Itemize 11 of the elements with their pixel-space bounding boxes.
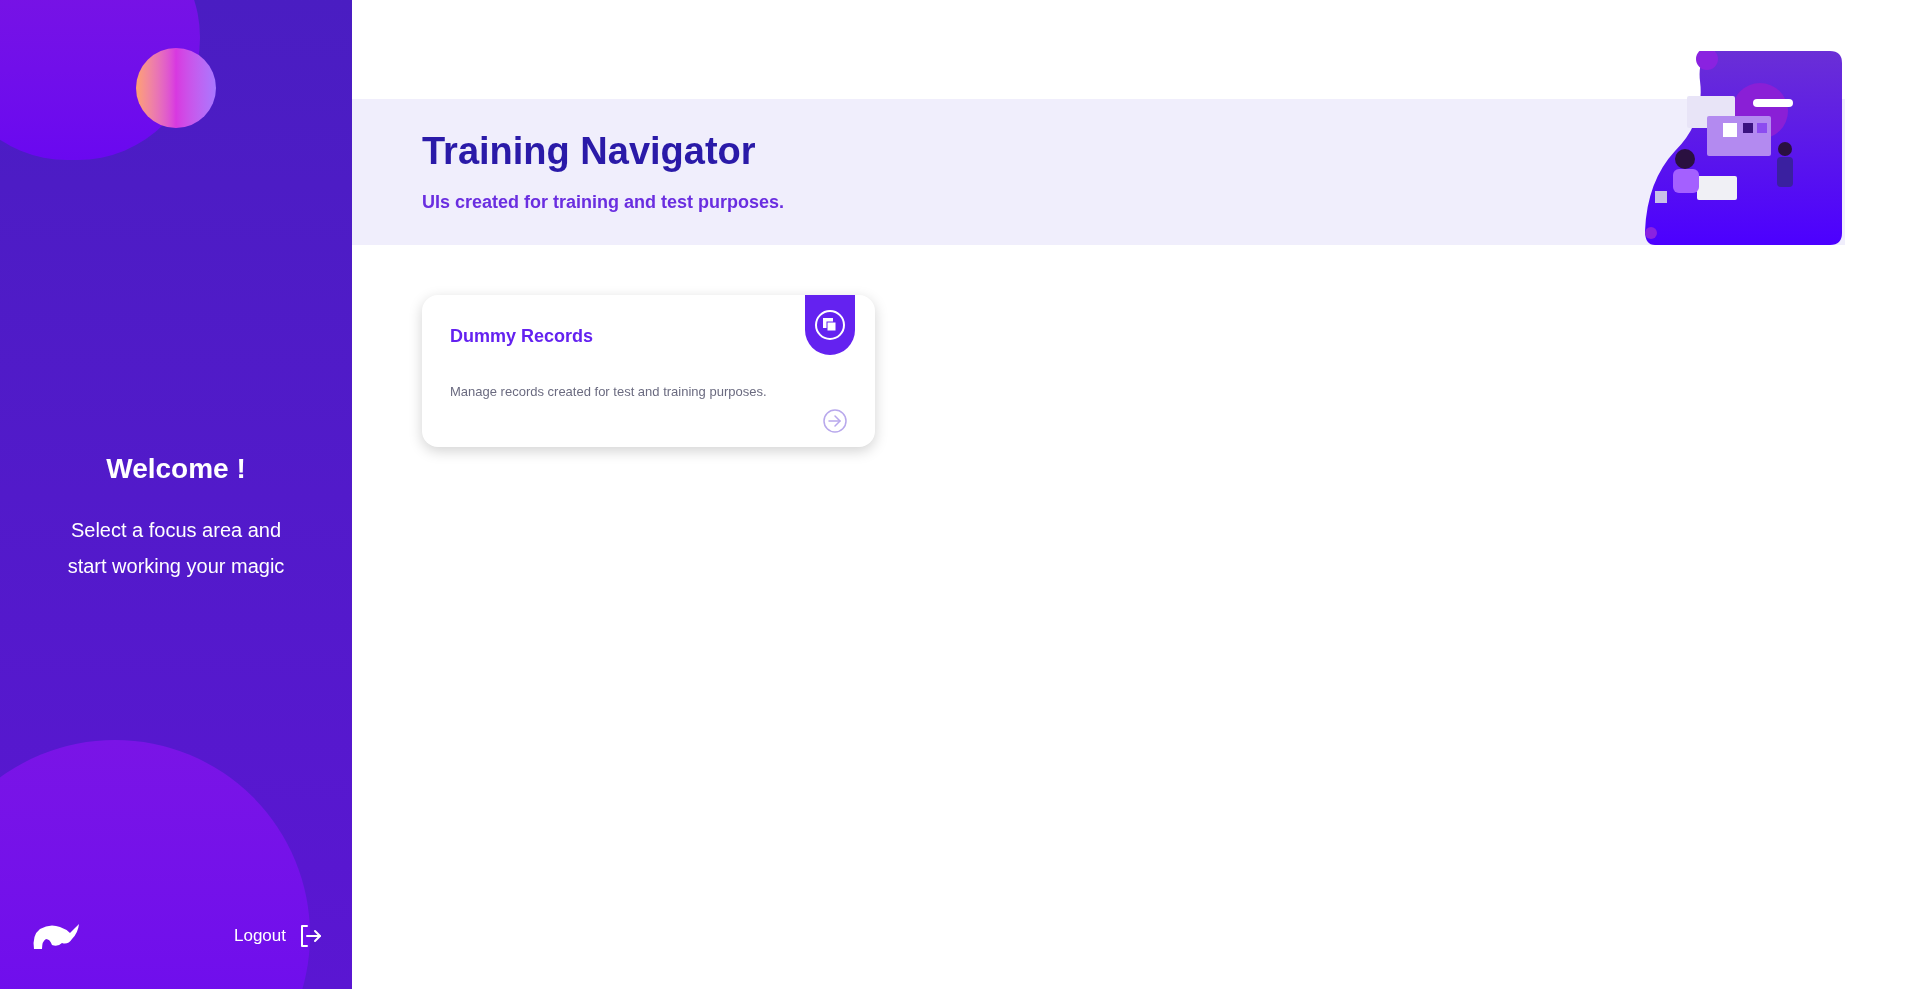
welcome-heading: Welcome ! xyxy=(106,451,246,486)
page-title: Training Navigator xyxy=(422,128,757,174)
welcome-message: Select a focus area and start working your magic xyxy=(66,517,286,579)
arrow-right-icon[interactable] xyxy=(823,409,847,433)
card-title: Dummy Records xyxy=(450,325,594,348)
page-subtitle: UIs created for training and test purposes. xyxy=(422,191,786,215)
logout-button[interactable]: Logout xyxy=(234,923,322,949)
copy-icon xyxy=(814,309,846,341)
navigation-card[interactable]: Dummy Records Manage records created for test and training purposes. xyxy=(422,295,875,447)
logout-icon xyxy=(298,924,322,948)
card-description: Manage records created for test and training purposes. xyxy=(450,383,768,401)
